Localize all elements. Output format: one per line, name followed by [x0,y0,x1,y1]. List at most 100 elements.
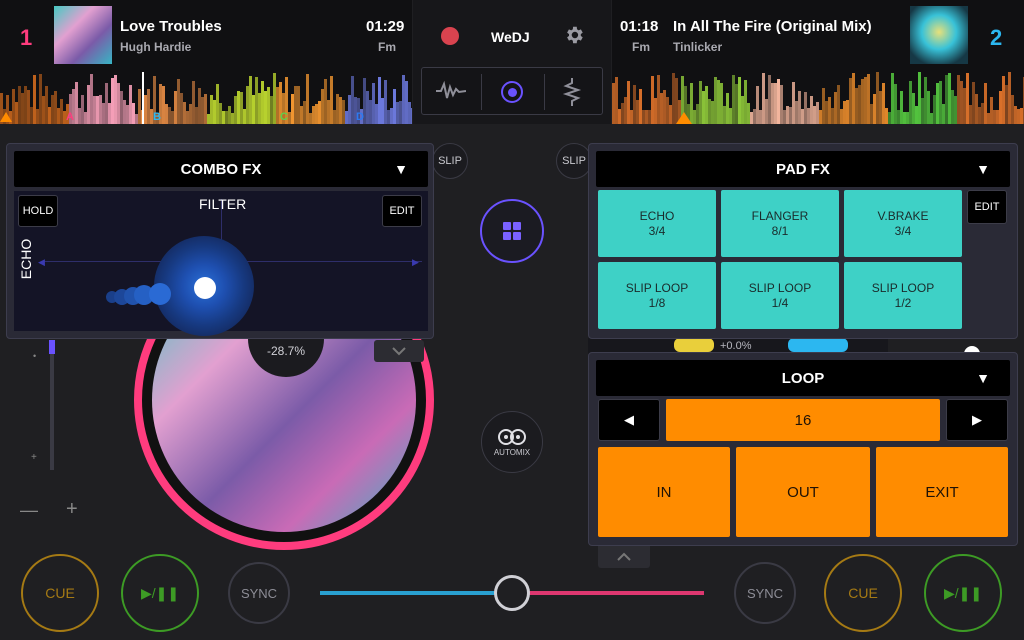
panel-collapse-button[interactable] [598,546,650,568]
crossfader-track-right [512,591,704,595]
app-logo: WeDJ [491,29,530,45]
loop-decrease-button[interactable]: ◀ [598,399,660,441]
pad-fx-pad-5[interactable]: SLIP LOOP 1/4 [721,262,839,329]
deck1-sync-button[interactable]: SYNC [228,562,290,624]
pad-name: V.BRAKE [877,208,929,223]
combo-fx-xy-pad[interactable]: ◀ ▶ FILTER ECHO HOLD EDIT [14,191,428,336]
loop-in-button[interactable]: IN [598,447,730,537]
deck2-number: 2 [990,25,1003,50]
pad-value: 3/4 [894,223,912,238]
fx-touch-point[interactable] [194,277,216,299]
pad-fx-edit-button[interactable]: EDIT [967,190,1007,224]
loop-length-display: 16 [666,399,940,441]
jog-view-icon[interactable] [501,81,523,103]
fx-trail-dot [149,283,171,305]
loop-panel: LOOP ▼ ◀ 16 ▶ IN OUT EXIT [588,352,1018,546]
right-arrow-icon: ▶ [972,412,982,427]
fx-edit-button[interactable]: EDIT [382,195,422,227]
settings-gear-icon[interactable] [563,24,585,51]
deck1-title: Love Troubles [120,18,222,35]
deck2-play-pause-button[interactable]: ▶/❚❚ [924,554,1002,632]
pad-name: SLIP LOOP [871,280,935,295]
deck1-hotcue-d[interactable]: D [356,111,364,123]
tempo-plus-small: + [31,452,37,463]
loop-header[interactable]: LOOP ▼ [596,360,1010,396]
automix-icon [498,428,526,445]
crossfader-track-left [320,591,512,595]
pad-fx-header[interactable]: PAD FX ▼ [596,151,1010,187]
loop-out-button[interactable]: OUT [736,447,870,537]
loop-exit-button[interactable]: EXIT [876,447,1008,537]
pad-value: 1/4 [771,295,789,310]
vertical-waveform-icon[interactable] [562,78,582,111]
deck1-key: Fm [378,40,396,54]
pad-value: 3/4 [648,223,666,238]
deck1-number: 1 [20,25,33,50]
deck1-cue-marker-icon [0,112,12,122]
deck2-artwork[interactable] [910,6,968,64]
dropdown-caret-icon: ▼ [394,161,408,177]
view-switcher [421,67,603,115]
deck1-artwork[interactable] [54,6,112,64]
divider [481,74,482,110]
crossfader-handle[interactable] [494,575,530,611]
pad-fx-panel: PAD FX ▼ ECHO 3/4 FLANGER 8/1 V.BRAKE 3/4 S… [588,143,1018,339]
fx-x-label: FILTER [199,196,247,212]
deck2-title: In All The Fire (Original Mix) [673,18,872,35]
deck1-header: 1 Love Troubles Hugh Hardie 01:29 Fm A B… [0,0,412,124]
grid-icon [503,222,521,240]
combo-fx-header[interactable]: COMBO FX ▼ [14,151,428,187]
pad-mode-button[interactable] [480,199,544,263]
deck2-waveform[interactable] [612,72,1024,124]
waveform-bar [411,108,412,124]
automix-label: AUTOMIX [493,447,531,457]
pad-name: SLIP LOOP [748,280,812,295]
deck1-waveform[interactable] [0,72,412,124]
deck1-hotcue-a[interactable]: A [66,111,74,123]
waveform-view-icon[interactable] [436,79,467,108]
deck2-jog-artwork [674,338,714,352]
tempo-minus-button[interactable]: — [20,500,38,521]
deck1-hotcue-c[interactable]: C [280,111,288,123]
pad-value: 1/8 [648,295,666,310]
left-arrow-icon: ◀ [624,412,634,427]
automix-button[interactable]: AUTOMIX [481,411,543,473]
dropdown-caret-icon: ▼ [976,370,990,386]
pad-fx-title: PAD FX [776,160,830,178]
deck1-playhead [142,72,144,124]
deck1-artist: Hugh Hardie [120,40,192,54]
loop-title: LOOP [781,369,825,387]
deck2-cue-button[interactable]: CUE [824,554,902,632]
deck2-slip-button[interactable]: SLIP [556,143,592,179]
deck1-expand-button[interactable] [374,340,424,362]
tempo-plus-button[interactable]: + [66,498,78,521]
divider [544,74,545,110]
deck2-key: Fm [632,40,650,54]
pad-value: 1/2 [894,295,912,310]
pad-fx-pad-1[interactable]: ECHO 3/4 [598,190,716,257]
deck2-jog-ring [788,338,848,352]
pad-name: ECHO [639,208,675,223]
pad-fx-pad-3[interactable]: V.BRAKE 3/4 [844,190,962,257]
slip-label: SLIP [562,155,586,167]
fx-hold-button[interactable]: HOLD [18,195,58,227]
pad-fx-pad-2[interactable]: FLANGER 8/1 [721,190,839,257]
deck2-time: 01:18 [620,18,659,35]
dropdown-caret-icon: ▼ [976,161,990,177]
deck1-cue-button[interactable]: CUE [21,554,99,632]
slip-label: SLIP [438,155,462,167]
x-right-arrow-icon: ▶ [412,257,419,267]
pad-name: FLANGER [751,208,809,223]
pad-fx-pad-4[interactable]: SLIP LOOP 1/8 [598,262,716,329]
deck2-sync-button[interactable]: SYNC [734,562,796,624]
center-header: WeDJ [413,0,611,124]
deck1-tempo-slider[interactable] [50,340,54,470]
deck1-play-pause-button[interactable]: ▶/❚❚ [121,554,199,632]
deck1-hotcue-b[interactable]: B [153,111,161,123]
deck1-time: 01:29 [366,18,405,35]
loop-increase-button[interactable]: ▶ [946,399,1008,441]
pad-fx-pad-6[interactable]: SLIP LOOP 1/2 [844,262,962,329]
deck1-tempo-handle[interactable] [49,340,55,354]
record-button[interactable] [441,27,459,45]
deck1-slip-button[interactable]: SLIP [432,143,468,179]
